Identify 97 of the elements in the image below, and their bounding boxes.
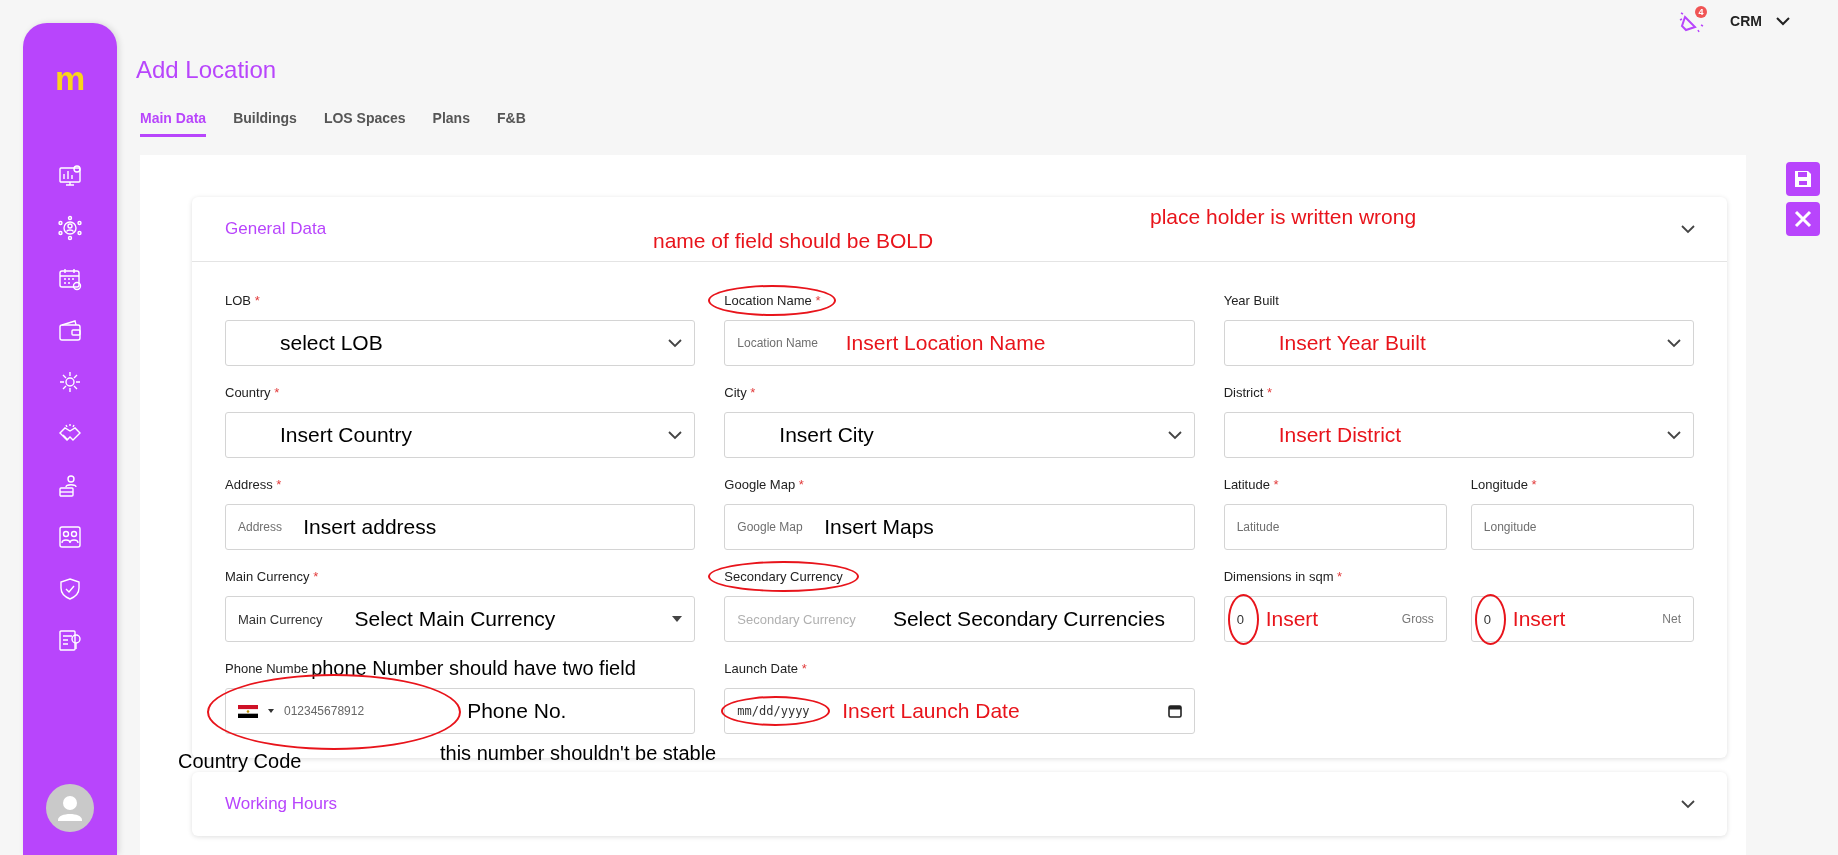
caret-down-icon — [672, 616, 683, 622]
logo: m — [54, 61, 86, 95]
input-field[interactable]: Address Insert address — [225, 504, 696, 550]
save-button[interactable] — [1786, 162, 1820, 196]
annotation-note: Insert Maps — [824, 515, 934, 539]
notification-badge: 4 — [1695, 6, 1708, 18]
text-input[interactable]: Location Name — [737, 336, 836, 350]
select-field[interactable]: Insert Year Built — [1223, 320, 1694, 366]
text-input[interactable]: Latitude — [1236, 520, 1300, 534]
text-input[interactable]: Address — [238, 520, 294, 534]
unit-label: Gross — [1401, 612, 1434, 626]
tab[interactable]: Buildings — [233, 110, 297, 137]
tab[interactable]: LOS Spaces — [323, 110, 406, 137]
tab[interactable]: F&B — [496, 110, 526, 137]
calendar-icon[interactable] — [57, 266, 83, 293]
phone-field[interactable]: 012345678912 Phone No. — [225, 688, 696, 734]
text-input[interactable]: 012345678912 — [284, 704, 376, 718]
field-label: Year Built — [1223, 292, 1279, 308]
text-input[interactable]: mm/dd/yyyy — [737, 704, 815, 718]
chevron-down-icon[interactable] — [1681, 224, 1695, 234]
chevron-down-icon — [1167, 430, 1182, 440]
crm-menu[interactable]: CRM — [1730, 13, 1790, 29]
annotation-note: select LOB — [280, 331, 383, 355]
field-label: Main Currency * — [225, 568, 319, 584]
chart-icon[interactable] — [57, 163, 83, 189]
annotation-note: Phone No. — [467, 699, 567, 723]
date-field[interactable]: mm/dd/yyyy Insert Launch Date — [724, 688, 1195, 734]
wallet-icon[interactable] — [57, 317, 83, 344]
field-label: District * — [1223, 384, 1273, 400]
unit-label: Net — [1662, 612, 1681, 626]
avatar-icon[interactable] — [46, 784, 94, 832]
annotation-note: Insert — [1512, 607, 1566, 631]
annotation-note: Insert Location Name — [845, 331, 1046, 355]
select-field[interactable]: Insert Country — [225, 412, 696, 458]
field-label: City * — [724, 384, 756, 400]
input-field[interactable]: Google Map Insert Maps — [724, 504, 1195, 550]
page-title: Add Location — [136, 56, 278, 84]
field-label: Address * — [225, 476, 282, 492]
section-title[interactable]: Working Hours — [225, 794, 653, 814]
close-button[interactable] — [1786, 202, 1820, 236]
text-input[interactable]: Longitude — [1483, 520, 1554, 534]
text-input[interactable]: Secondary Currency — [737, 611, 883, 627]
annotation-note: Insert address — [303, 515, 437, 539]
annotation-note: Select Secondary Currencies — [892, 607, 1165, 631]
field-label: Phone Numbe — [225, 660, 309, 676]
chevron-down-icon — [1776, 16, 1790, 26]
text-input[interactable]: 0 — [1236, 611, 1250, 627]
text-input[interactable]: 0 — [1483, 611, 1497, 627]
annotation-note: Insert Year Built — [1278, 331, 1426, 355]
chevron-down-icon — [1667, 430, 1681, 440]
annotation-note: place holder is written wrong — [1150, 205, 1418, 229]
tab[interactable]: Plans — [432, 110, 470, 137]
field-label: LOB * — [225, 292, 260, 308]
field-label: Location Name * — [724, 292, 821, 308]
annotation-note: Insert City — [779, 423, 874, 447]
input-field[interactable]: Latitude — [1223, 504, 1447, 550]
field-label: Longitude * — [1470, 476, 1537, 492]
input-field[interactable]: Longitude — [1470, 504, 1694, 550]
annotation-note: Insert District — [1278, 423, 1402, 447]
number-field[interactable]: 0 Insert Net — [1470, 596, 1694, 642]
select-field[interactable]: Insert District — [1223, 412, 1694, 458]
tab[interactable]: Main Data — [140, 110, 207, 137]
select-field[interactable]: select LOB — [225, 320, 696, 366]
annotation-note: Insert — [1265, 607, 1319, 631]
flag-icon — [238, 704, 258, 718]
chevron-down-icon — [668, 338, 683, 348]
section-title[interactable]: General Data — [225, 219, 653, 239]
number-field[interactable]: 0 Insert Gross — [1223, 596, 1447, 642]
caret-down-icon — [268, 709, 274, 713]
dropdown-field[interactable]: Secondary Currency Select Secondary Currencies — [724, 596, 1195, 642]
annotation-note: Select Main Currency — [354, 607, 556, 631]
annotation-note: phone Number should have two field — [311, 656, 636, 680]
annotation-note: Insert Country — [280, 423, 412, 447]
shield-check-icon[interactable] — [57, 575, 83, 602]
field-label: Country * — [225, 384, 280, 400]
annotation-note: name of field should be BOLD — [653, 229, 935, 253]
text-input[interactable]: Google Map — [737, 520, 815, 534]
field-label: Latitude * — [1223, 476, 1279, 492]
input-field[interactable]: Location Name Insert Location Name — [724, 320, 1195, 366]
calendar-icon — [1167, 704, 1182, 718]
chevron-down-icon — [1667, 338, 1681, 348]
chevron-down-icon — [668, 430, 683, 440]
close-icon — [1792, 208, 1814, 230]
annotation-note: Insert Launch Date — [842, 699, 1020, 723]
text-input[interactable]: Main Currency — [238, 611, 345, 627]
field-label: Dimensions in sqm * — [1223, 568, 1343, 584]
annotation-note: Country Code — [178, 749, 302, 774]
chevron-down-icon[interactable] — [1681, 799, 1695, 809]
field-label: Google Map * — [724, 476, 804, 492]
dropdown-field[interactable]: Main Currency Select Main Currency — [225, 596, 696, 642]
field-label: Launch Date * — [724, 660, 807, 676]
group-icon[interactable] — [57, 524, 83, 551]
network-icon[interactable] — [57, 214, 83, 241]
annotation-note: this number shouldn't be stable — [440, 741, 718, 766]
field-label: Secondary Currency — [724, 568, 843, 584]
document-icon[interactable] — [57, 627, 83, 654]
select-field[interactable]: Insert City — [724, 412, 1195, 458]
